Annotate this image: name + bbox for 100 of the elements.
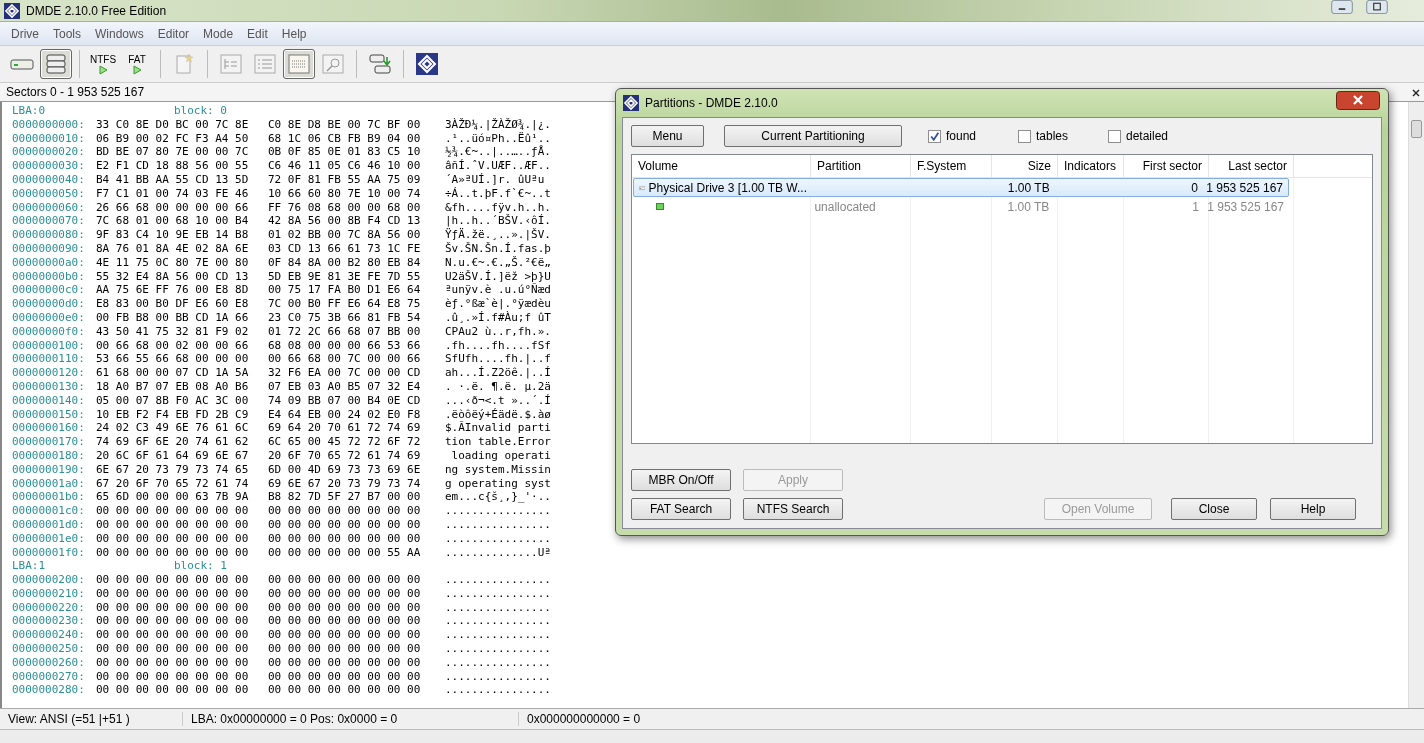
- ascii-text: èƒ.°ßæ`è|.°ÿædèu: [445, 297, 551, 311]
- dialog-button[interactable]: Help: [1270, 498, 1356, 520]
- checkbox-label: detailed: [1126, 129, 1169, 143]
- grid-icon: [286, 52, 312, 76]
- ascii-text: ah...Í.Z2öê.|..Í: [445, 366, 551, 380]
- ascii-text: ...‹ð¬<.t »..´.Í: [445, 393, 551, 408]
- offset-label: 0000000230:: [12, 614, 86, 629]
- close-icon[interactable]: [1411, 88, 1421, 98]
- scrollbar[interactable]: [1408, 102, 1424, 708]
- ascii-text: N.u.€~.€.„Š.²€ë„: [445, 255, 551, 270]
- offset-label: 00000001c0:: [12, 504, 86, 518]
- ascii-text: ½¾.€~..|..…..ƒÅ.: [445, 145, 551, 160]
- column-header[interactable]: Size: [992, 155, 1058, 177]
- close-icon[interactable]: [1336, 91, 1380, 110]
- status-text: 0x000000000000 = 0: [526, 712, 641, 726]
- hex-bytes: 6D 00 4D 69 73 73 69 6E: [268, 462, 422, 477]
- run-button[interactable]: FAT: [121, 49, 153, 79]
- hex-bytes: 00 FB B8 00 BB CD 1A 66: [96, 310, 250, 325]
- hex-bytes: C0 8E D8 BE 00 7C BF 00: [268, 117, 422, 132]
- hex-bytes: 26 66 68 00 00 00 00 66: [96, 200, 250, 215]
- window-title: DMDE 2.10.0 Free Edition: [26, 3, 167, 18]
- hex-bytes: 68 08 00 00 00 66 53 66: [268, 338, 422, 353]
- ascii-text: SfUfh....fh.|..f: [445, 352, 551, 367]
- hex-bytes: FF 76 08 68 00 00 68 00: [268, 200, 422, 215]
- hex-bytes: 00 00 00 00 00 00 00 00: [268, 573, 422, 587]
- offset-label: 00000000f0:: [12, 324, 86, 339]
- column-header[interactable]: Partition: [811, 155, 911, 177]
- ascii-text: .¹..üó¤Ph..Ëû¹..: [445, 131, 551, 145]
- stack-button[interactable]: [40, 49, 72, 79]
- menu-item[interactable]: Drive: [4, 26, 46, 41]
- hex-bytes: 5D EB 9E 81 3E FE 7D 55: [268, 269, 422, 284]
- hex-bytes: 00 00 00 00 00 00 00 00: [96, 683, 250, 698]
- column-header[interactable]: First sector: [1124, 155, 1209, 177]
- ascii-text: em...c{š¸‚}_'·..: [445, 490, 551, 505]
- status-text: LBA: 0x00000000 = 0 Pos: 0x0000 = 0: [183, 712, 519, 726]
- hex-button[interactable]: [283, 49, 315, 79]
- offset-label: 0000000020:: [12, 145, 86, 160]
- dialog-button[interactable]: Close: [1171, 498, 1257, 520]
- hex-bytes: 55 32 E4 8A 56 00 CD 13: [96, 269, 250, 284]
- hex-bytes: 69 6E 67 20 73 79 73 74: [268, 476, 422, 491]
- menu-item[interactable]: Help: [274, 26, 314, 41]
- column-header[interactable]: Indicators: [1058, 155, 1124, 177]
- offset-label: 0000000110:: [12, 352, 86, 367]
- ascii-text: CPAu2 ù..r,fh.».: [445, 324, 551, 339]
- column-header[interactable]: F.System: [911, 155, 992, 177]
- ascii-text: $.ÃInvalid parti: [445, 421, 551, 436]
- ascii-text: ................: [445, 669, 551, 684]
- app-logo-icon: [623, 95, 639, 111]
- column-header[interactable]: Volume: [632, 155, 811, 177]
- menu-item[interactable]: Tools: [46, 26, 89, 41]
- hex-bytes: 01 02 BB 00 7C 8A 56 00: [268, 228, 422, 242]
- checkbox[interactable]: [1108, 129, 1121, 143]
- offset-label: 0000000060:: [12, 200, 86, 215]
- ascii-text: ................: [445, 504, 551, 518]
- menu-item[interactable]: Mode: [196, 26, 241, 41]
- offset-label: 0000000200:: [12, 573, 86, 587]
- checkbox[interactable]: [1018, 129, 1031, 143]
- ascii-text: ................: [445, 517, 551, 532]
- column-header[interactable]: Last sector: [1209, 155, 1294, 177]
- offset-label: 00000001e0:: [12, 531, 86, 546]
- partition-row[interactable]: unallocated 1.00 TB 1 1 953 525 167: [633, 197, 1289, 216]
- current-partitioning-button[interactable]: Current Partitioning: [724, 125, 902, 147]
- offset-label: 00000000a0:: [12, 255, 86, 270]
- checkbox[interactable]: [928, 129, 941, 143]
- offset-label: 0000000220:: [12, 600, 86, 615]
- ascii-text: tion table.Error: [445, 435, 551, 449]
- partition-row[interactable]: Physical Drive 3 [1.00 TB W... 1.00 TB 0 1 953 525 167: [633, 178, 1289, 197]
- menu-button[interactable]: Menu: [631, 125, 704, 147]
- checkbox-label: tables: [1036, 129, 1069, 143]
- hex-bytes: 33 C0 8E D0 BC 00 7C 8E: [96, 117, 250, 132]
- dialog-button[interactable]: NTFS Search: [743, 498, 843, 520]
- lba-label: LBA:0: [12, 104, 47, 118]
- dialog-button[interactable]: MBR On/Off: [631, 469, 731, 491]
- hex-bytes: 00 00 00 00 00 00 00 00: [96, 655, 250, 670]
- hex-bytes: E8 83 00 B0 DF E6 60 E8: [96, 297, 250, 311]
- hex-bytes: 8A 76 01 8A 4E 02 8A 6E: [96, 241, 250, 256]
- offset-label: 0000000180:: [12, 448, 86, 463]
- offset-label: 0000000190:: [12, 462, 86, 477]
- menu-item[interactable]: Windows: [88, 26, 151, 41]
- menu-item[interactable]: Edit: [240, 26, 275, 41]
- drives-arrow-icon: [367, 52, 393, 76]
- hex-bytes: F7 C1 01 00 74 03 FE 46: [96, 186, 250, 201]
- offset-label: 0000000260:: [12, 655, 86, 670]
- offset-label: 0000000160:: [12, 421, 86, 436]
- partition-icon: [656, 203, 664, 210]
- hex-bytes: 00 00 00 00 00 00 00 00: [268, 628, 422, 643]
- dialog-button[interactable]: FAT Search: [631, 498, 731, 520]
- hex-bytes: 10 EB F2 F4 EB FD 2B C9: [96, 407, 250, 422]
- hex-bytes: 24 02 C3 49 6E 76 61 6C: [96, 421, 250, 436]
- maximize-icon[interactable]: [1364, 0, 1390, 14]
- offset-label: 0000000000:: [12, 117, 86, 132]
- offset-label: 0000000150:: [12, 407, 86, 422]
- minimize-icon[interactable]: [1329, 0, 1355, 14]
- run-button[interactable]: NTFS: [87, 49, 119, 79]
- hex-bytes: 23 C0 75 3B 66 81 FB 54: [268, 310, 422, 325]
- hex-bytes: 00 00 00 00 00 00 00 00: [96, 600, 250, 615]
- offset-label: 0000000050:: [12, 186, 86, 201]
- hex-bytes: 00 00 00 00 00 00 00 00: [268, 531, 422, 546]
- stack-icon: [43, 52, 69, 76]
- menu-item[interactable]: Editor: [150, 26, 197, 41]
